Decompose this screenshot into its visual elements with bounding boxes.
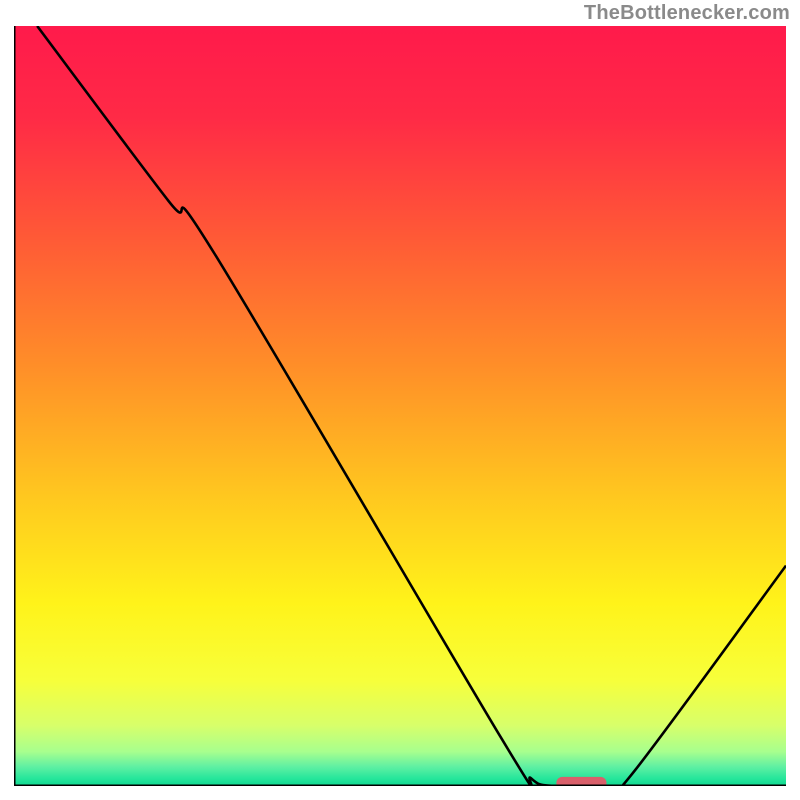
plot-area	[14, 26, 786, 786]
chart-container: TheBottlenecker.com	[0, 0, 800, 800]
gradient-background	[14, 26, 786, 786]
attribution-label: TheBottlenecker.com	[584, 2, 790, 25]
bottleneck-chart	[14, 26, 786, 786]
